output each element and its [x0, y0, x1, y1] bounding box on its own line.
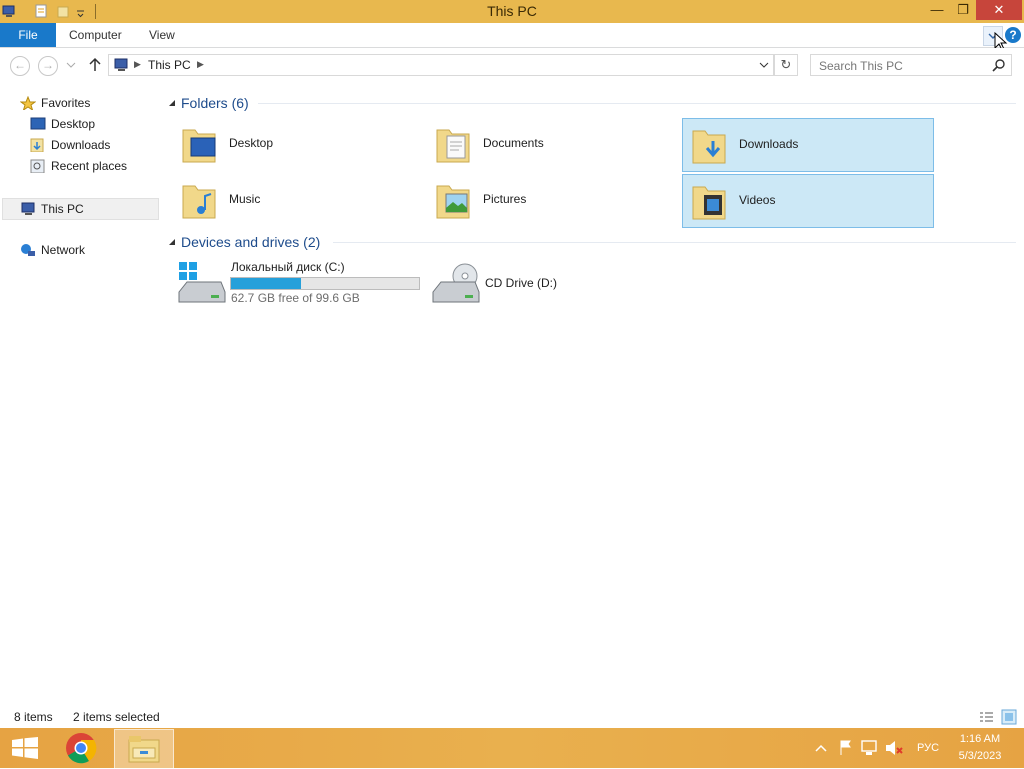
action-center-flag-icon[interactable]	[838, 740, 854, 756]
pictures-folder-icon	[436, 185, 470, 219]
music-folder-icon	[182, 185, 216, 219]
recent-places-icon	[30, 159, 45, 173]
drive-c-usage-fill	[231, 278, 301, 289]
start-button[interactable]	[0, 728, 50, 768]
network-icon	[21, 244, 35, 256]
file-explorer-icon	[128, 736, 160, 763]
folders-group-header[interactable]: Folders (6)	[181, 95, 249, 111]
nav-desktop[interactable]: Desktop	[30, 114, 150, 134]
title-bar: This PC — ❐ ✕	[0, 0, 1024, 23]
breadcrumb-this-pc[interactable]: This PC	[148, 58, 191, 72]
window-title: This PC	[487, 3, 537, 19]
restore-button[interactable]: ❐	[950, 0, 976, 20]
desktop-folder-icon	[182, 129, 216, 163]
nav-network[interactable]: Network	[20, 240, 150, 260]
language-indicator[interactable]: РУС	[910, 742, 946, 754]
refresh-button[interactable]: ↻	[774, 54, 798, 76]
folder-pictures[interactable]: Pictures	[427, 174, 677, 226]
selection-count: 2 items selected	[73, 710, 160, 724]
breadcrumb-separator-icon[interactable]: ▶	[134, 59, 141, 70]
group-divider	[333, 242, 1016, 243]
cd-drive-icon	[432, 263, 480, 303]
drive-c-usage-bar	[230, 277, 420, 290]
hard-drive-icon	[178, 262, 226, 303]
folder-desktop[interactable]: Desktop	[173, 118, 423, 170]
taskbar-file-explorer[interactable]	[114, 729, 174, 769]
chrome-icon	[66, 733, 97, 764]
volume-muted-icon[interactable]	[885, 740, 903, 756]
collapse-group-icon[interactable]	[168, 99, 176, 107]
up-arrow-icon[interactable]	[88, 57, 102, 73]
documents-folder-icon	[436, 129, 470, 163]
large-icons-view-icon[interactable]	[1001, 709, 1017, 725]
search-input[interactable]	[817, 57, 991, 75]
star-icon	[20, 96, 36, 110]
tab-computer[interactable]: Computer	[69, 23, 122, 47]
desktop-icon	[30, 117, 46, 130]
nav-downloads[interactable]: Downloads	[30, 135, 150, 155]
navigation-bar: ← → ▶ This PC ▶ ↻	[0, 48, 1024, 82]
forward-button[interactable]: →	[38, 56, 58, 76]
nav-this-pc[interactable]: This PC	[2, 198, 159, 220]
nav-recent-places[interactable]: Recent places	[30, 156, 150, 176]
nav-favorites[interactable]: Favorites	[20, 93, 150, 113]
drive-d-name: CD Drive (D:)	[485, 276, 557, 290]
downloads-folder-icon	[692, 130, 726, 164]
item-count: 8 items	[14, 710, 53, 724]
back-button[interactable]: ←	[10, 56, 30, 76]
clock-time[interactable]: 1:16 AM	[950, 733, 1010, 745]
videos-folder-icon	[692, 186, 726, 220]
computer-icon	[114, 58, 128, 71]
show-hidden-icons-icon[interactable]	[815, 744, 827, 752]
tab-view[interactable]: View	[149, 23, 175, 47]
folder-documents[interactable]: Documents	[427, 118, 677, 170]
breadcrumb-separator-icon[interactable]: ▶	[197, 59, 204, 70]
clock-date[interactable]: 5/3/2023	[950, 750, 1010, 762]
folder-downloads[interactable]: Downloads	[682, 118, 934, 172]
network-tray-icon[interactable]	[861, 740, 879, 756]
collapse-group-icon[interactable]	[168, 238, 176, 246]
drives-group-header[interactable]: Devices and drives (2)	[181, 234, 320, 250]
recent-locations-icon[interactable]	[66, 62, 76, 68]
ribbon-tabs: File Computer View ?	[0, 23, 1024, 51]
folder-music[interactable]: Music	[173, 174, 423, 226]
folder-videos[interactable]: Videos	[682, 174, 934, 228]
search-box[interactable]	[810, 54, 1012, 76]
windows-logo-icon	[12, 737, 38, 759]
chevron-down-icon[interactable]	[759, 62, 769, 68]
close-button[interactable]: ✕	[976, 0, 1022, 20]
minimize-button[interactable]: —	[924, 0, 950, 20]
drive-d[interactable]: CD Drive (D:)	[427, 258, 677, 308]
tab-file[interactable]: File	[0, 23, 56, 47]
downloads-icon	[30, 138, 44, 152]
drive-c-name: Локальный диск (C:)	[231, 260, 345, 274]
status-bar: 8 items 2 items selected	[0, 708, 1024, 728]
taskbar: РУС 1:16 AM 5/3/2023	[0, 728, 1024, 769]
taskbar-chrome[interactable]	[58, 730, 104, 766]
navigation-pane: Favorites Desktop Downloads Recent place…	[0, 88, 159, 708]
drive-c-free-space: 62.7 GB free of 99.6 GB	[231, 291, 360, 305]
address-bar[interactable]: ▶ This PC ▶	[108, 54, 774, 76]
search-icon[interactable]	[992, 58, 1006, 72]
computer-icon	[21, 202, 35, 215]
details-view-icon[interactable]	[978, 710, 994, 724]
group-divider	[258, 103, 1016, 104]
